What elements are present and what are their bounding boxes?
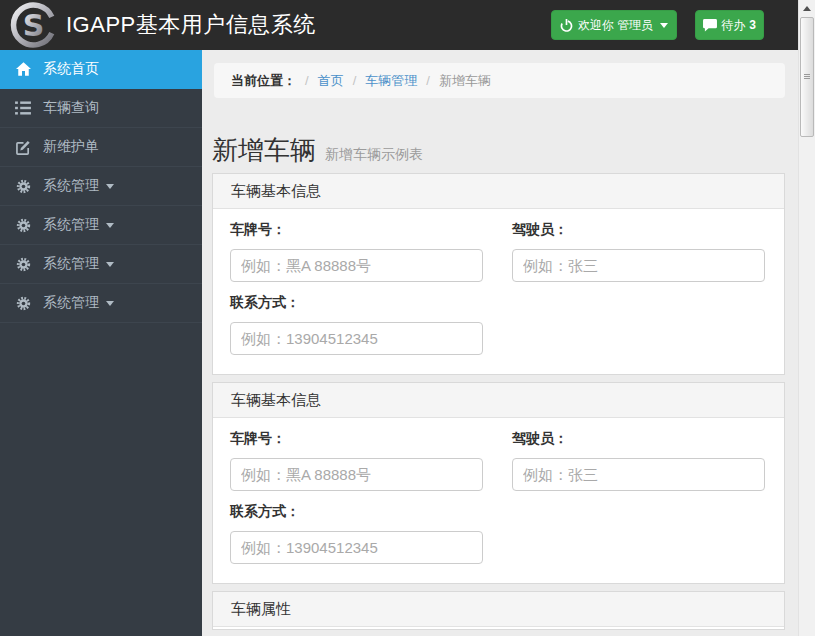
form-field: 驾驶员： bbox=[512, 222, 765, 282]
form-field: 驾驶员： bbox=[512, 431, 765, 491]
gear-icon bbox=[15, 217, 31, 233]
field-label: 联系方式： bbox=[230, 295, 483, 310]
gear-icon bbox=[15, 256, 31, 272]
sidebar-item-list-1[interactable]: 车辆查询 bbox=[0, 89, 202, 128]
sidebar: 系统首页 车辆查询 新维护单 系统管理 系统管理 系统管理 系统管理 bbox=[0, 50, 202, 636]
chevron-down-icon bbox=[106, 184, 114, 189]
app-title: IGAPP基本用户信息系统 bbox=[66, 10, 316, 40]
breadcrumb-separator: / bbox=[353, 73, 357, 88]
field-label: 车牌号： bbox=[230, 431, 483, 446]
list-icon bbox=[15, 100, 31, 116]
breadcrumb-item[interactable]: 首页 bbox=[318, 73, 344, 88]
home-icon bbox=[15, 61, 31, 77]
panel-header: 车辆属性 bbox=[213, 592, 784, 627]
sidebar-item-label: 系统管理 bbox=[43, 216, 99, 234]
form-field: 车牌号： bbox=[230, 431, 483, 491]
power-icon bbox=[560, 19, 573, 32]
top-header-bar: S IGAPP基本用户信息系统 欢迎你 管理员 待办 3 bbox=[0, 0, 798, 50]
todo-count-badge: 3 bbox=[749, 18, 756, 32]
breadcrumb-label: 当前位置： bbox=[231, 72, 296, 90]
form-panel: 车辆基本信息 车牌号： 驾驶员： 联系方式： bbox=[212, 382, 785, 584]
gear-icon bbox=[15, 178, 31, 194]
chevron-down-icon bbox=[106, 301, 114, 306]
app-logo: S bbox=[9, 1, 58, 49]
scrollbar-thumb[interactable] bbox=[800, 17, 814, 137]
scrollbar-grip bbox=[804, 74, 810, 80]
main-content: 当前位置： / 首页 / 车辆管理 / 新增车辆 新增车辆 新增车辆示例表 车辆基本信息 … bbox=[202, 50, 798, 636]
comment-icon bbox=[703, 19, 717, 32]
edit-icon bbox=[15, 139, 31, 155]
welcome-user-button[interactable]: 欢迎你 管理员 bbox=[551, 10, 677, 40]
todo-label: 待办 bbox=[721, 17, 745, 34]
todo-button[interactable]: 待办 3 bbox=[695, 10, 764, 40]
field-label: 驾驶员： bbox=[512, 222, 765, 237]
chevron-down-icon bbox=[106, 223, 114, 228]
form-field: 联系方式： bbox=[230, 504, 483, 564]
sidebar-item-label: 新维护单 bbox=[43, 138, 99, 156]
sidebar-item-gear-4[interactable]: 系统管理 bbox=[0, 206, 202, 245]
panel-title: 车辆基本信息 bbox=[231, 182, 321, 201]
form-panel: 车辆属性 bbox=[212, 591, 785, 630]
gear-icon bbox=[15, 295, 31, 311]
sidebar-item-edit-2[interactable]: 新维护单 bbox=[0, 128, 202, 167]
sidebar-item-label: 系统首页 bbox=[43, 60, 99, 78]
sidebar-item-label: 系统管理 bbox=[43, 177, 99, 195]
panel-header: 车辆基本信息 bbox=[213, 174, 784, 209]
panel-title: 车辆基本信息 bbox=[231, 391, 321, 410]
breadcrumb-item: 新增车辆 bbox=[439, 73, 491, 88]
sidebar-item-gear-3[interactable]: 系统管理 bbox=[0, 167, 202, 206]
field-input[interactable] bbox=[512, 458, 765, 491]
sidebar-item-label: 车辆查询 bbox=[43, 99, 99, 117]
welcome-user-label: 欢迎你 管理员 bbox=[578, 17, 653, 34]
field-input[interactable] bbox=[230, 322, 483, 355]
breadcrumb-separator: / bbox=[426, 73, 430, 88]
field-label: 联系方式： bbox=[230, 504, 483, 519]
sidebar-item-gear-5[interactable]: 系统管理 bbox=[0, 245, 202, 284]
panel-title: 车辆属性 bbox=[231, 600, 291, 619]
breadcrumb-item[interactable]: 车辆管理 bbox=[365, 73, 417, 88]
form-field: 联系方式： bbox=[230, 295, 483, 355]
breadcrumb-separator: / bbox=[305, 73, 309, 88]
chevron-down-icon bbox=[106, 262, 114, 267]
field-label: 驾驶员： bbox=[512, 431, 765, 446]
sidebar-item-label: 系统管理 bbox=[43, 294, 99, 312]
vertical-scrollbar[interactable] bbox=[798, 0, 815, 636]
sidebar-item-label: 系统管理 bbox=[43, 255, 99, 273]
field-input[interactable] bbox=[230, 458, 483, 491]
form-field: 车牌号： bbox=[230, 222, 483, 282]
field-input[interactable] bbox=[230, 249, 483, 282]
panel-header: 车辆基本信息 bbox=[213, 383, 784, 418]
arrow-up-icon bbox=[803, 6, 811, 11]
scrollbar-up-button[interactable] bbox=[799, 0, 815, 17]
page-title: 新增车辆 bbox=[212, 135, 316, 165]
field-input[interactable] bbox=[230, 531, 483, 564]
sidebar-item-gear-6[interactable]: 系统管理 bbox=[0, 284, 202, 323]
svg-text:S: S bbox=[23, 8, 45, 43]
form-panel: 车辆基本信息 车牌号： 驾驶员： 联系方式： bbox=[212, 173, 785, 375]
page-subtitle: 新增车辆示例表 bbox=[325, 146, 423, 164]
sidebar-item-home-0[interactable]: 系统首页 bbox=[0, 50, 202, 89]
breadcrumb: 当前位置： / 首页 / 车辆管理 / 新增车辆 bbox=[214, 63, 785, 98]
field-label: 车牌号： bbox=[230, 222, 483, 237]
field-input[interactable] bbox=[512, 249, 765, 282]
chevron-down-icon bbox=[660, 23, 668, 28]
